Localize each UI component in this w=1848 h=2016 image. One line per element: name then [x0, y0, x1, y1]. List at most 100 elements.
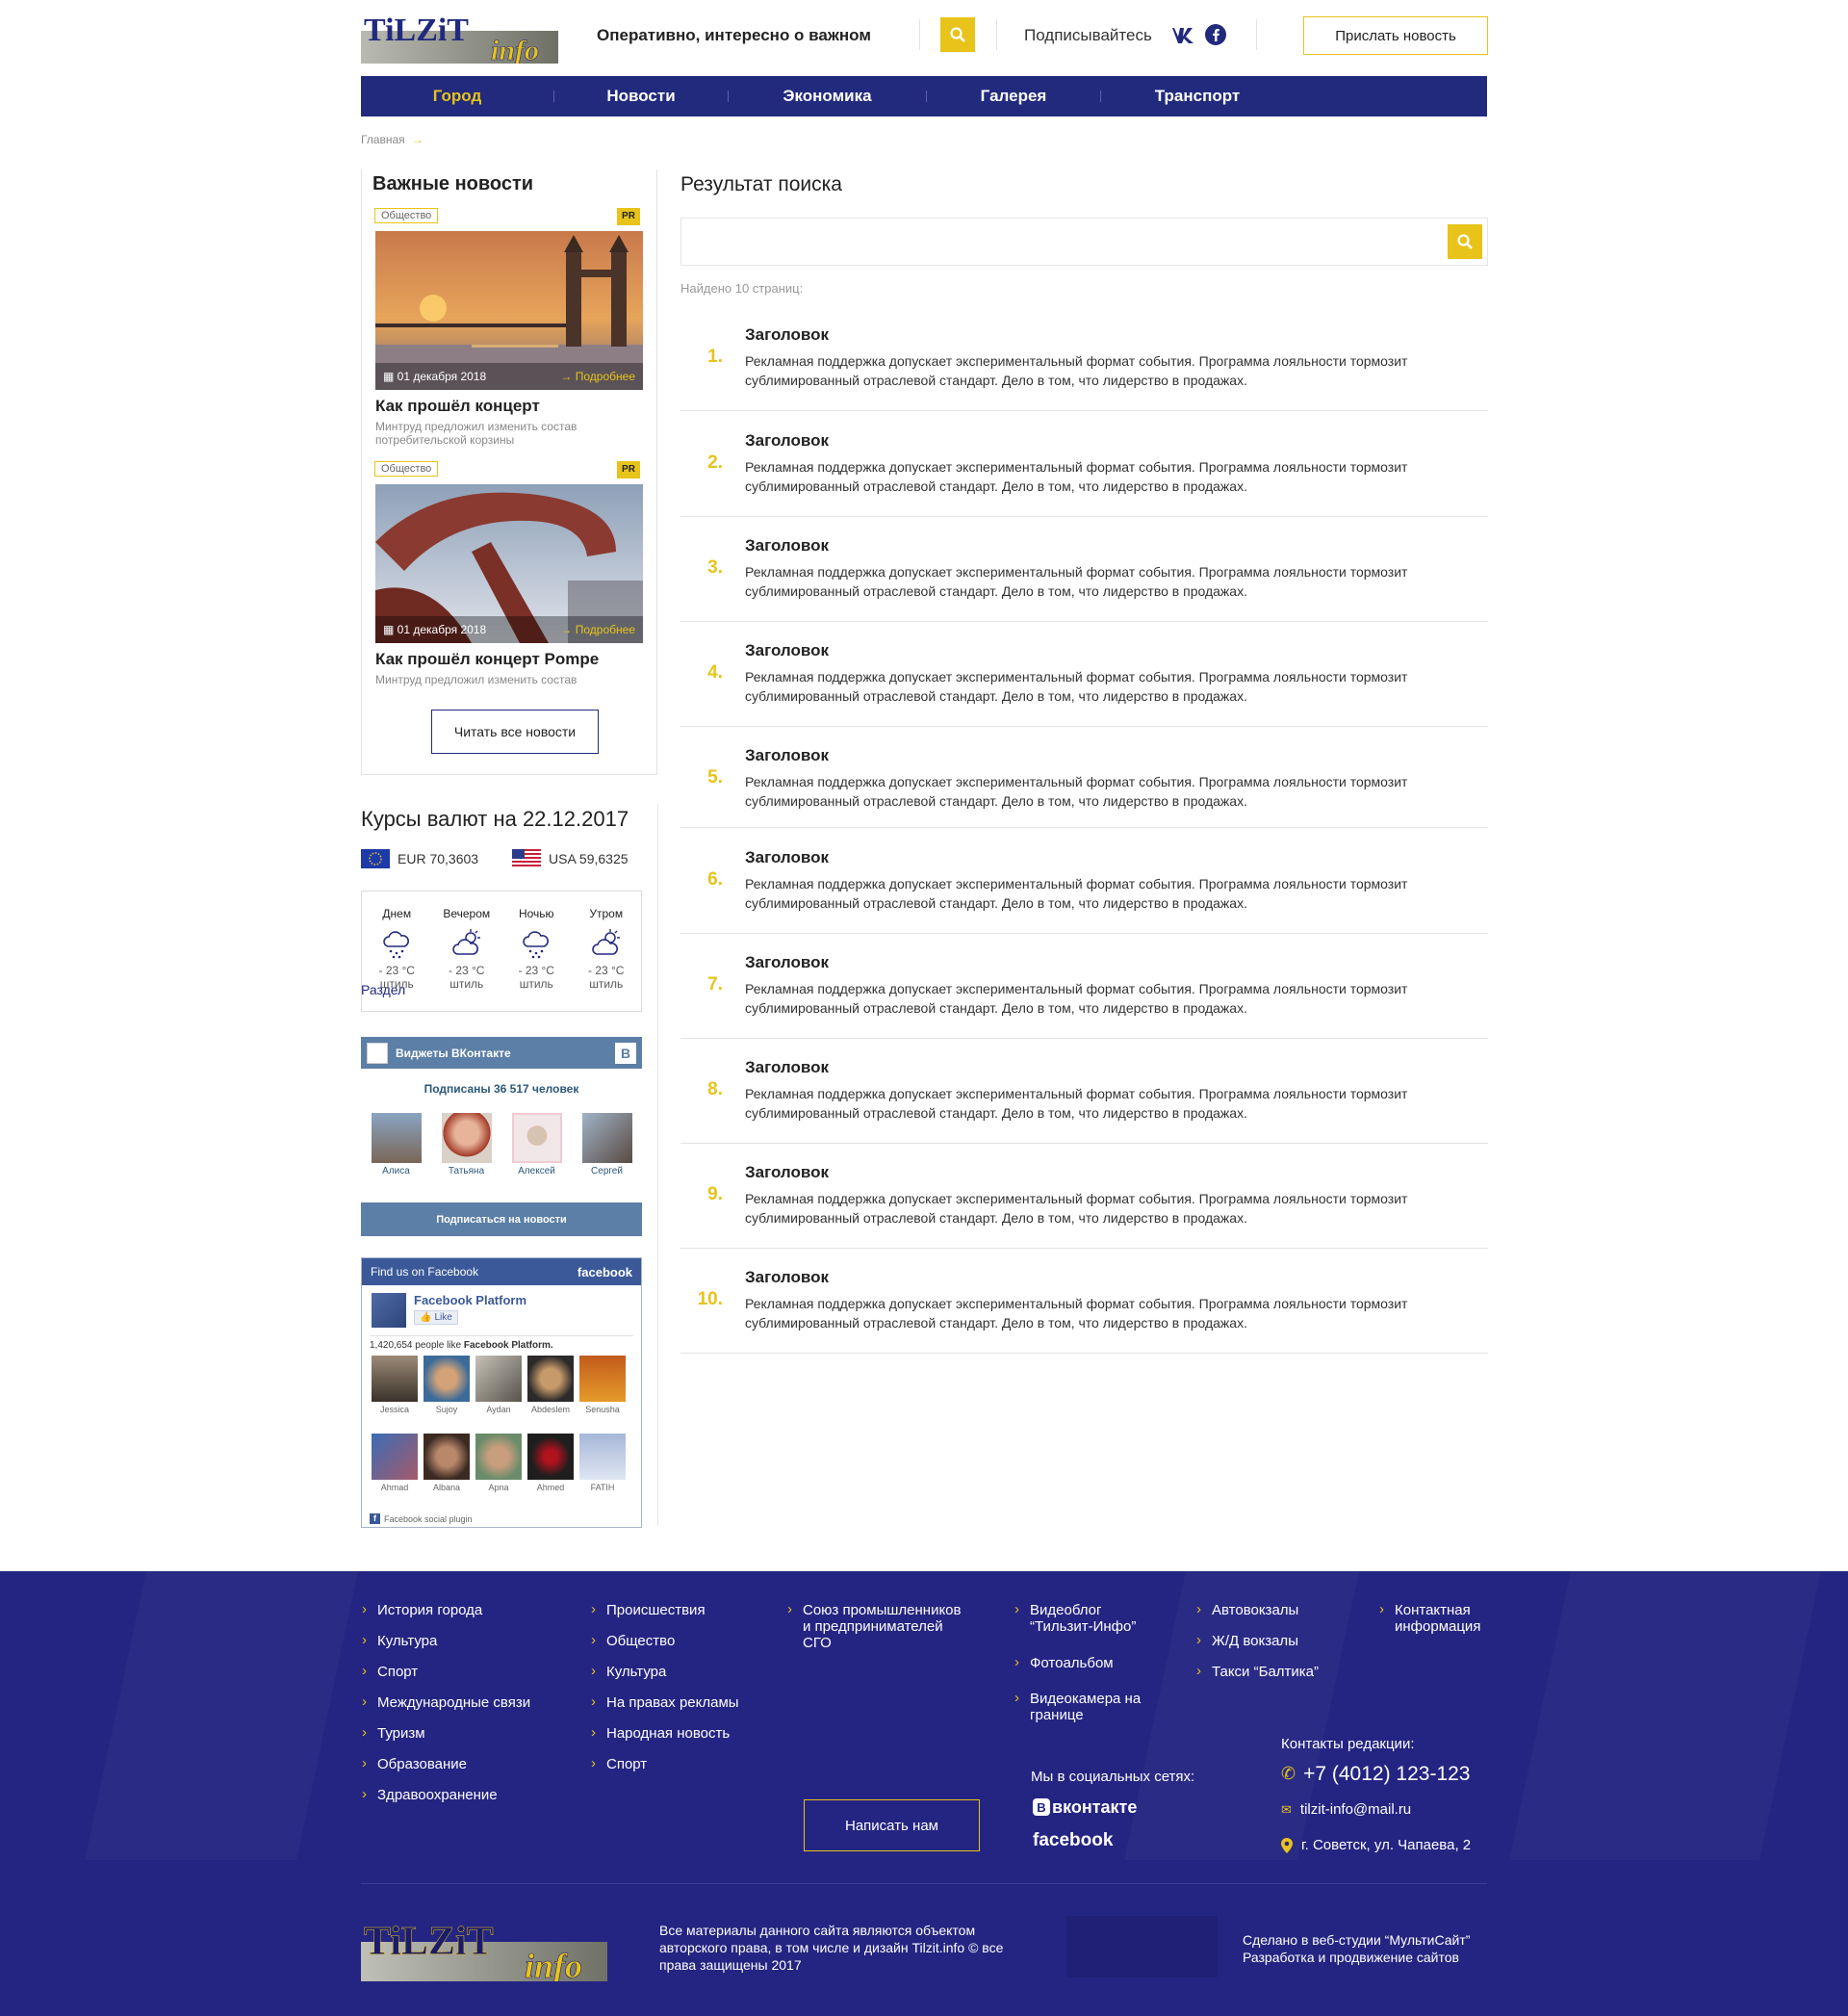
fb-person[interactable]: Ahmed — [526, 1434, 575, 1492]
fb-like-button[interactable]: 👍 Like — [414, 1310, 458, 1325]
vk-b-icon[interactable]: B — [615, 1042, 636, 1064]
fb-page-name[interactable]: Facebook Platform — [414, 1293, 526, 1307]
footer-link[interactable]: На правах рекламы — [591, 1693, 739, 1711]
footer-link[interactable]: Контактная информация — [1379, 1601, 1491, 1635]
footer-link[interactable]: Союз промышленников и предпринимателей С… — [787, 1601, 966, 1651]
footer-link[interactable]: Такси “Балтика” — [1196, 1663, 1319, 1680]
search-result-item[interactable]: 3. Заголовок Рекламная поддержка допускает… — [680, 526, 1488, 622]
footer-link[interactable]: Народная новость — [591, 1724, 730, 1742]
eu-flag-icon — [361, 849, 390, 868]
vk-member[interactable]: Алексей — [511, 1113, 562, 1176]
vk-member[interactable]: Сергей — [581, 1113, 632, 1176]
vk-subscribe-button[interactable]: Подписаться на новости — [361, 1202, 642, 1236]
search-result-item[interactable]: 2. Заголовок Рекламная поддержка допускает… — [680, 421, 1488, 517]
news-more-link[interactable]: → Подробнее — [560, 370, 635, 383]
result-description: Рекламная поддержка допускает эксперимен… — [745, 669, 1408, 704]
site-logo[interactable]: TiLZiT info — [361, 10, 558, 66]
news-tag[interactable]: Общество — [374, 208, 439, 223]
search-result-item[interactable]: 10. Заголовок Рекламная поддержка допускае… — [680, 1257, 1488, 1354]
result-title[interactable]: Заголовок — [745, 325, 829, 345]
vk-icon[interactable] — [1168, 23, 1197, 46]
fb-page-avatar — [372, 1293, 406, 1328]
search-result-item[interactable]: 4. Заголовок Рекламная поддержка допускает… — [680, 631, 1488, 727]
footer-link[interactable]: Происшествия — [591, 1601, 705, 1618]
send-news-button[interactable]: Прислать новость — [1303, 16, 1488, 55]
result-title[interactable]: Заголовок — [745, 641, 829, 660]
site-tagline: Оперативно, интересно о важном — [597, 26, 871, 44]
result-title[interactable]: Заголовок — [745, 431, 829, 451]
footer-logo[interactable]: TiLZiT info — [361, 1916, 607, 1985]
contact-phone[interactable]: ✆ +7 (4012) 123-123 — [1281, 1764, 1470, 1784]
vk-member[interactable]: Алиса — [371, 1113, 422, 1176]
facebook-icon[interactable] — [1204, 23, 1227, 46]
footer-link[interactable]: Ж/Д вокзалы — [1196, 1632, 1298, 1649]
fb-plugin-label: f Facebook social plugin — [370, 1513, 473, 1524]
footer-link[interactable]: Автовокзалы — [1196, 1601, 1298, 1618]
nav-item-news[interactable]: Новости — [554, 87, 728, 106]
footer-link[interactable]: Спорт — [362, 1663, 418, 1680]
nav-item-city[interactable]: Город — [361, 87, 553, 106]
footer-link[interactable]: Спорт — [591, 1755, 647, 1772]
fb-person[interactable]: Albana — [423, 1434, 471, 1492]
result-number: 2. — [707, 452, 723, 473]
search-result-item[interactable]: 9. Заголовок Рекламная поддержка допускает… — [680, 1152, 1488, 1249]
news-title[interactable]: Как прошёл концерт Pompe — [375, 650, 599, 669]
footer-link[interactable]: Общество — [591, 1632, 675, 1649]
news-more-link[interactable]: → Подробнее — [560, 623, 635, 636]
fb-person[interactable]: Sujoy — [423, 1356, 471, 1414]
footer-link[interactable]: История города — [362, 1601, 482, 1618]
pr-badge: PR — [617, 461, 640, 478]
studio-credit[interactable]: Сделано в веб-студии “МультиСайт” Разраб… — [1243, 1931, 1470, 1966]
nav-item-gallery[interactable]: Галерея — [927, 87, 1100, 106]
footer-vk-link[interactable]: B вконтакте — [1033, 1798, 1137, 1816]
fb-person[interactable]: Apna — [475, 1434, 523, 1492]
vk-member[interactable]: Татьяна — [441, 1113, 492, 1176]
result-title[interactable]: Заголовок — [745, 1268, 829, 1287]
write-us-button[interactable]: Написать нам — [804, 1799, 980, 1851]
breadcrumb-home[interactable]: Главная — [361, 133, 405, 146]
header-search-button[interactable] — [940, 17, 975, 52]
nav-item-transport[interactable]: Транспорт — [1101, 87, 1294, 106]
news-image[interactable]: ▦ 01 декабря 2018 → Подробнее — [375, 484, 643, 643]
footer-link[interactable]: Видеоблог “Тильзит-Инфо” — [1014, 1601, 1165, 1635]
read-all-news-button[interactable]: Читать все новости — [431, 710, 599, 754]
footer-link[interactable]: Видеокамера на границе — [1014, 1690, 1145, 1723]
nav-item-economy[interactable]: Экономика — [729, 87, 926, 106]
search-result-item[interactable]: 7. Заголовок Рекламная поддержка допускает… — [680, 943, 1488, 1039]
result-title[interactable]: Заголовок — [745, 1163, 829, 1182]
news-tag[interactable]: Общество — [374, 461, 439, 477]
result-title[interactable]: Заголовок — [745, 536, 829, 556]
footer-link[interactable]: Фотоальбом — [1014, 1654, 1114, 1671]
footer-link[interactable]: Туризм — [362, 1724, 424, 1742]
fb-person[interactable]: FATIH — [578, 1434, 627, 1492]
result-description: Рекламная поддержка допускает эксперимен… — [745, 1086, 1408, 1121]
search-result-item[interactable]: 1. Заголовок Рекламная поддержка допускает… — [680, 315, 1488, 411]
result-title[interactable]: Заголовок — [745, 848, 829, 867]
footer-link[interactable]: Культура — [591, 1663, 666, 1680]
result-title[interactable]: Заголовок — [745, 746, 829, 765]
search-result-item[interactable]: 6. Заголовок Рекламная поддержка допускает… — [680, 838, 1488, 934]
fb-person[interactable]: Ahmad — [371, 1434, 419, 1492]
search-input[interactable] — [681, 219, 1442, 265]
footer-link[interactable]: Здравоохранение — [362, 1786, 498, 1803]
fb-widget-title: Find us on Facebook — [371, 1265, 479, 1279]
news-title[interactable]: Как прошёл концерт — [375, 397, 540, 416]
footer-link[interactable]: Международные связи — [362, 1693, 530, 1711]
footer-link[interactable]: Образование — [362, 1755, 467, 1772]
search-result-item[interactable]: 5. Заголовок Рекламная поддержка допускает… — [680, 736, 1488, 828]
fb-person[interactable]: Abdeslem — [526, 1356, 575, 1414]
fb-person[interactable]: Jessica — [371, 1356, 419, 1414]
result-title[interactable]: Заголовок — [745, 1058, 829, 1077]
result-title[interactable]: Заголовок — [745, 953, 829, 972]
news-image[interactable]: ▦ 01 декабря 2018 → Подробнее — [375, 231, 643, 390]
search-submit-button[interactable] — [1448, 224, 1482, 259]
fb-person[interactable]: Aydan — [475, 1356, 523, 1414]
contact-address: г. Советск, ул. Чапаева, 2 — [1281, 1837, 1471, 1853]
search-result-item[interactable]: 8. Заголовок Рекламная поддержка допускает… — [680, 1047, 1488, 1144]
footer-facebook-link[interactable]: facebook — [1033, 1831, 1113, 1849]
ad-banner[interactable] — [1066, 1916, 1218, 1977]
fb-person[interactable]: Senusha — [578, 1356, 627, 1414]
contact-email[interactable]: ✉ tilzit-info@mail.ru — [1281, 1801, 1411, 1818]
result-description: Рекламная поддержка допускает эксперимен… — [745, 981, 1408, 1016]
footer-link[interactable]: Культура — [362, 1632, 437, 1649]
